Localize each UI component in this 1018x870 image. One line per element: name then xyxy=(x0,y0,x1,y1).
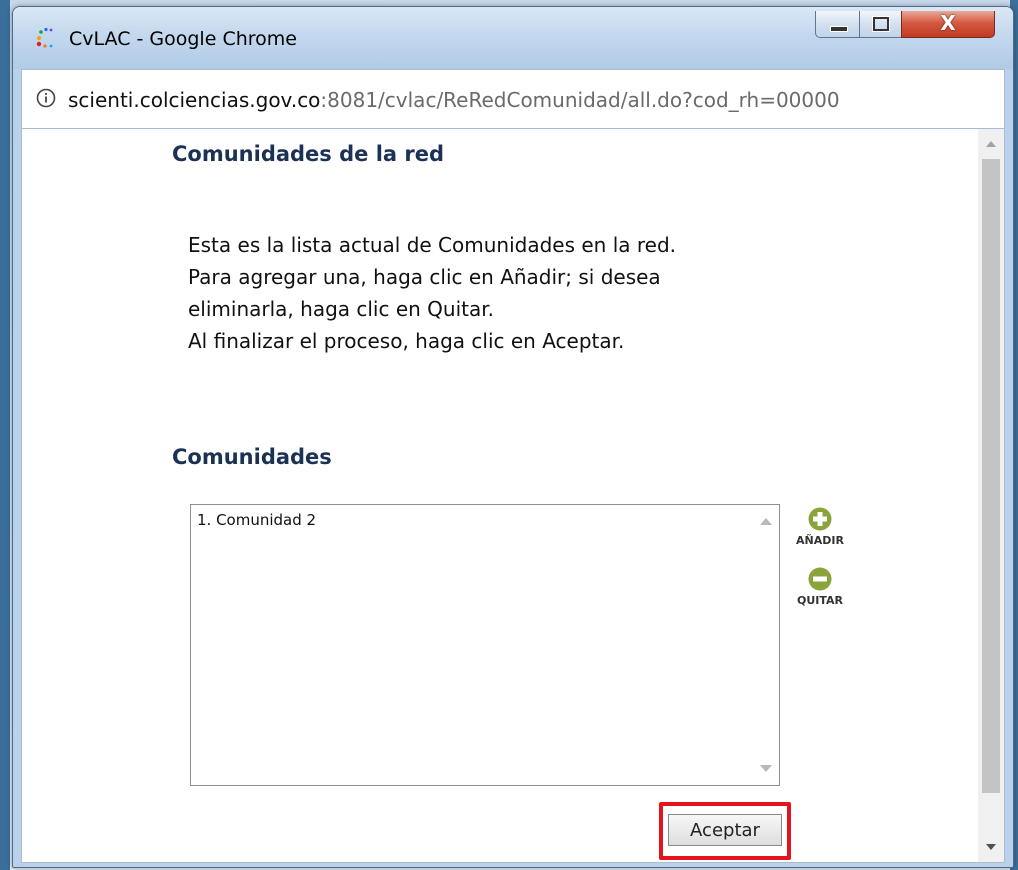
plus-circle-icon xyxy=(808,507,832,531)
close-button[interactable]: X xyxy=(901,11,995,38)
minimize-button[interactable] xyxy=(815,11,861,38)
page-content: Comunidades de la red Esta es la lista a… xyxy=(21,129,1005,863)
chevron-up-icon xyxy=(986,141,996,147)
url-path: :8081/cvlac/ReRedComunidad/all.do?cod_rh… xyxy=(320,88,840,112)
scroll-up-icon[interactable] xyxy=(760,518,772,525)
instructions-line: Al finalizar el proceso, haga clic en Ac… xyxy=(188,329,625,353)
instructions-line: Esta es la lista actual de Comunidades e… xyxy=(188,233,677,257)
chrome-popup-window: CvLAC - Google Chrome X scienti.colcienc… xyxy=(12,6,1014,868)
instructions-line: Para agregar una, haga clic en Añadir; s… xyxy=(188,265,661,289)
add-label: AÑADIR xyxy=(796,534,844,547)
add-button[interactable]: AÑADIR xyxy=(790,507,850,547)
highlight-box: Aceptar xyxy=(659,802,791,860)
minimize-icon xyxy=(830,26,848,32)
instructions-text: Esta es la lista actual de Comunidades e… xyxy=(188,229,676,357)
instructions-line: eliminarla, haga clic en Quitar. xyxy=(188,297,494,321)
page-scroll-down-button[interactable] xyxy=(978,832,1004,862)
page-scrollbar[interactable] xyxy=(978,129,1004,862)
remove-label: QUITAR xyxy=(796,594,843,607)
chevron-down-icon xyxy=(986,844,996,850)
window-title: CvLAC - Google Chrome xyxy=(69,28,297,50)
minus-circle-icon xyxy=(808,567,832,591)
accept-button[interactable]: Aceptar xyxy=(668,814,782,846)
url-text[interactable]: scienti.colciencias.gov.co:8081/cvlac/Re… xyxy=(68,88,998,112)
listbox-scrollbar[interactable] xyxy=(753,505,779,785)
maximize-button[interactable] xyxy=(859,11,903,38)
scroll-down-icon[interactable] xyxy=(760,765,772,772)
page-scroll-thumb[interactable] xyxy=(982,159,1000,793)
page-scroll-up-button[interactable] xyxy=(978,129,1004,159)
desktop-edge-left xyxy=(0,0,10,870)
list-item[interactable]: 1. Comunidad 2 xyxy=(197,511,316,529)
cvlac-logo-icon xyxy=(36,27,53,48)
info-icon[interactable] xyxy=(36,88,56,108)
section-title: Comunidades xyxy=(172,445,332,469)
title-bar[interactable]: CvLAC - Google Chrome X xyxy=(13,7,1013,69)
url-host: scienti.colciencias.gov.co xyxy=(68,88,321,112)
close-icon: X xyxy=(940,11,956,35)
remove-button[interactable]: QUITAR xyxy=(790,567,850,607)
maximize-icon xyxy=(872,16,890,32)
address-bar[interactable]: scienti.colciencias.gov.co:8081/cvlac/Re… xyxy=(21,69,1005,129)
communities-listbox[interactable]: 1. Comunidad 2 xyxy=(190,504,780,786)
page-title: Comunidades de la red xyxy=(172,142,445,166)
